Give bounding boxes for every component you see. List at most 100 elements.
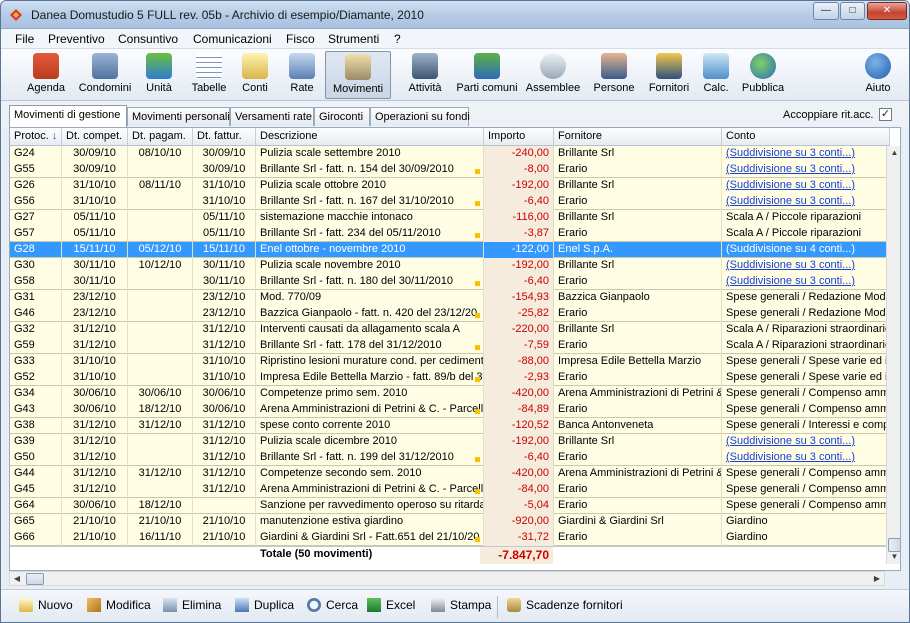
table-row[interactable]: G56 31/10/10 31/10/10 Brillante Srl - fatt.… — [10, 194, 890, 210]
table-row[interactable]: G64 30/06/10 18/12/10 Sanzione per ravvedim… — [10, 498, 890, 514]
table-row[interactable]: G24 30/09/10 08/10/10 30/09/10 Pulizia scale… — [10, 146, 890, 162]
toolbar-aiuto[interactable]: Aiuto — [861, 51, 895, 99]
menu-help[interactable]: ? — [394, 32, 401, 46]
table-row[interactable]: G50 31/12/10 31/12/10 Brillante Srl - fatt.… — [10, 450, 890, 466]
scroll-left-icon[interactable]: ◀ — [10, 572, 24, 585]
header-protoc[interactable]: Protoc. ↓ — [10, 128, 62, 146]
cell-conto: Spese generali / Interessi e comp — [722, 418, 890, 434]
toolbar-persone[interactable]: Persone — [591, 51, 637, 99]
withholding-marker-icon — [475, 457, 480, 462]
header-fornitore[interactable]: Fornitore — [554, 128, 722, 146]
toolbar-tabelle[interactable]: Tabelle — [189, 51, 229, 99]
header-descrizione[interactable]: Descrizione — [256, 128, 484, 146]
table-row[interactable]: G30 30/11/10 10/12/10 30/11/10 Pulizia scale… — [10, 258, 890, 274]
header-conto[interactable]: Conto — [722, 128, 890, 146]
split-accounts-link[interactable]: (Suddivisione su 3 conti...) — [726, 195, 855, 207]
cell-dt-pagam — [128, 274, 193, 290]
maximize-button[interactable]: □ — [840, 2, 865, 20]
vertical-scrollbar[interactable]: ▲ ▼ — [886, 146, 900, 564]
toolbar-condomini[interactable]: Condomini — [77, 51, 133, 99]
tab-movimenti-personali[interactable]: Movimenti personali — [127, 107, 230, 126]
stampa-button[interactable]: Stampa — [431, 598, 491, 612]
cell-importo: -420,00 — [484, 386, 554, 402]
tab-versamenti-rate[interactable]: Versamenti rate — [230, 107, 314, 126]
close-button[interactable]: ✕ — [867, 2, 907, 20]
table-row[interactable]: G31 23/12/10 23/12/10 Mod. 770/09 -154,93 Baz… — [10, 290, 890, 306]
horizontal-scroll-thumb[interactable] — [26, 573, 44, 585]
header-dt-compet[interactable]: Dt. compet. — [62, 128, 128, 146]
split-accounts-link[interactable]: (Suddivisione su 3 conti...) — [726, 163, 855, 175]
split-accounts-link[interactable]: (Suddivisione su 3 conti...) — [726, 259, 855, 271]
toolbar-attivita[interactable]: Attività — [405, 51, 445, 99]
scroll-down-icon[interactable]: ▼ — [888, 550, 900, 564]
toolbar-rate[interactable]: Rate — [285, 51, 319, 99]
menu-consuntivo[interactable]: Consuntivo — [118, 32, 178, 46]
accoppiare-checkbox[interactable]: ✓ — [879, 108, 892, 121]
split-accounts-link[interactable]: (Suddivisione su 3 conti...) — [726, 435, 855, 447]
tab-movimenti-gestione[interactable]: Movimenti di gestione — [9, 105, 127, 127]
toolbar-unita[interactable]: Unità — [141, 51, 177, 99]
split-accounts-link[interactable]: (Suddivisione su 3 conti...) — [726, 275, 855, 287]
scroll-right-icon[interactable]: ▶ — [870, 572, 884, 585]
header-dt-fattur[interactable]: Dt. fattur. — [193, 128, 256, 146]
split-accounts-link[interactable]: (Suddivisione su 3 conti...) — [726, 451, 855, 463]
split-accounts-link[interactable]: (Suddivisione su 4 conti...) — [726, 243, 855, 255]
scroll-up-icon[interactable]: ▲ — [888, 146, 900, 160]
horizontal-scrollbar[interactable]: ◀ ▶ — [9, 571, 885, 586]
excel-icon — [367, 598, 381, 612]
table-row[interactable]: G32 31/12/10 31/12/10 Interventi causati da… — [10, 322, 890, 338]
nuovo-button[interactable]: Nuovo — [19, 598, 73, 612]
toolbar-conti[interactable]: Conti — [237, 51, 273, 99]
table-row[interactable]: G27 05/11/10 05/11/10 sistemazione macchie … — [10, 210, 890, 226]
toolbar-assemblee[interactable]: Assemblee — [525, 51, 581, 99]
table-row[interactable]: G43 30/06/10 18/12/10 30/06/10 Arena Amminis… — [10, 402, 890, 418]
duplica-button[interactable]: Duplica — [235, 598, 294, 612]
toolbar-parti-comuni[interactable]: Parti comuni — [455, 51, 519, 99]
menu-fisco[interactable]: Fisco — [286, 32, 315, 46]
header-importo[interactable]: Importo — [484, 128, 554, 146]
elimina-button[interactable]: Elimina — [163, 598, 221, 612]
scadenze-fornitori-button[interactable]: Scadenze fornitori — [507, 598, 623, 612]
excel-button[interactable]: Excel — [367, 598, 415, 612]
table-row[interactable]: G66 21/10/10 16/11/10 21/10/10 Giardini & Gi… — [10, 530, 890, 546]
cell-dt-pagam — [128, 306, 193, 322]
table-row[interactable]: G34 30/06/10 30/06/10 30/06/10 Competenze pr… — [10, 386, 890, 402]
toolbar-agenda[interactable]: Agenda — [23, 51, 69, 99]
toolbar-calc[interactable]: Calc. — [701, 51, 731, 99]
cell-importo: -6,40 — [484, 194, 554, 210]
modifica-button[interactable]: Modifica — [87, 598, 151, 612]
cerca-button[interactable]: Cerca — [307, 598, 358, 612]
menu-comunicazioni[interactable]: Comunicazioni — [193, 32, 272, 46]
total-value: -7.847,70 — [480, 547, 553, 564]
toolbar-fornitori[interactable]: Fornitori — [647, 51, 691, 99]
cell-descrizione: Brillante Srl - fatt. n. 154 del 30/09/2… — [256, 162, 484, 178]
table-row[interactable]: G44 31/12/10 31/12/10 31/12/10 Competenze se… — [10, 466, 890, 482]
tab-giroconti[interactable]: Giroconti — [314, 107, 370, 126]
cell-descrizione: Impresa Edile Bettella Marzio - fatt. 89… — [256, 370, 484, 386]
header-dt-pagam[interactable]: Dt. pagam. — [128, 128, 193, 146]
table-row[interactable]: G38 31/12/10 31/12/10 31/12/10 spese conto c… — [10, 418, 890, 434]
accoppiare-label: Accoppiare rit.acc. — [783, 109, 874, 121]
split-accounts-link[interactable]: (Suddivisione su 3 conti...) — [726, 147, 855, 159]
menu-strumenti[interactable]: Strumenti — [328, 32, 379, 46]
table-row[interactable]: G58 30/11/10 30/11/10 Brillante Srl - fatt.… — [10, 274, 890, 290]
split-accounts-link[interactable]: (Suddivisione su 3 conti...) — [726, 179, 855, 191]
toolbar-movimenti[interactable]: Movimenti — [325, 51, 391, 99]
menu-preventivo[interactable]: Preventivo — [48, 32, 105, 46]
table-row[interactable]: G26 31/10/10 08/11/10 31/10/10 Pulizia scale… — [10, 178, 890, 194]
table-row[interactable]: G46 23/12/10 23/12/10 Bazzica Gianpaolo - f… — [10, 306, 890, 322]
table-row[interactable]: G33 31/10/10 31/10/10 Ripristino lesioni mu… — [10, 354, 890, 370]
table-row[interactable]: G55 30/09/10 30/09/10 Brillante Srl - fatt.… — [10, 162, 890, 178]
cubes-icon — [146, 53, 172, 79]
menu-file[interactable]: File — [15, 32, 34, 46]
table-row[interactable]: G57 05/11/10 05/11/10 Brillante Srl - fatt.… — [10, 226, 890, 242]
minimize-button[interactable]: — — [813, 2, 839, 20]
toolbar-pubblica[interactable]: Pubblica — [741, 51, 785, 99]
table-row[interactable]: G39 31/12/10 31/12/10 Pulizia scale dicembr… — [10, 434, 890, 450]
table-row[interactable]: G65 21/10/10 21/10/10 21/10/10 manutenzione … — [10, 514, 890, 530]
table-row[interactable]: G28 15/11/10 05/12/10 15/11/10 Enel ottobre … — [10, 242, 890, 258]
table-row[interactable]: G45 31/12/10 31/12/10 Arena Amministrazioni… — [10, 482, 890, 498]
table-row[interactable]: G52 31/10/10 31/10/10 Impresa Edile Bettell… — [10, 370, 890, 386]
table-row[interactable]: G59 31/12/10 31/12/10 Brillante Srl - fatt.… — [10, 338, 890, 354]
tab-operazioni-fondi[interactable]: Operazioni su fondi — [370, 107, 470, 126]
